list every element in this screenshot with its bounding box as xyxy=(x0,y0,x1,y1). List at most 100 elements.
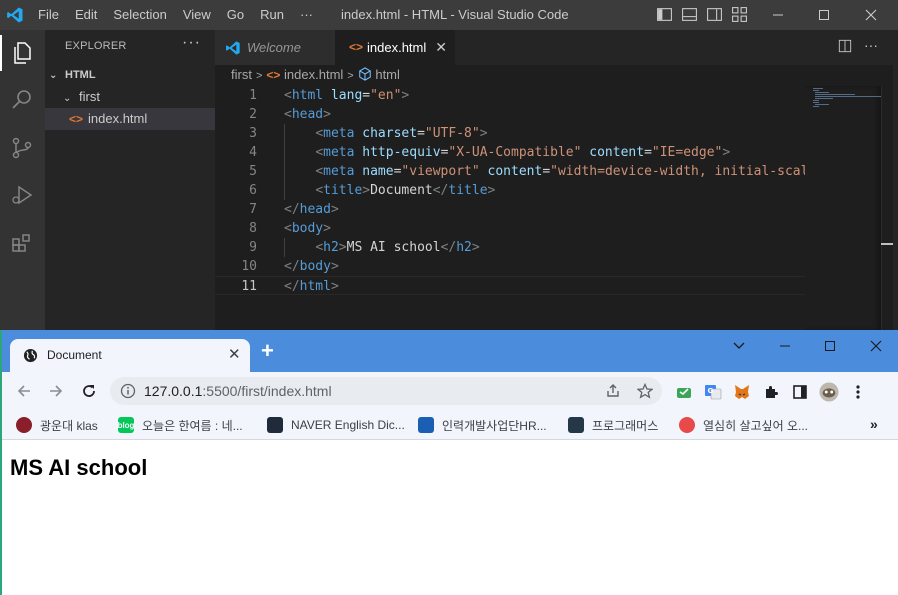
code-token: name xyxy=(362,164,394,179)
activity-explorer[interactable] xyxy=(0,35,37,71)
bookmark-item[interactable]: 프로그래머스 xyxy=(568,415,658,435)
code-line[interactable]: 2 <head> xyxy=(215,105,805,124)
code-line[interactable]: 7 </head> xyxy=(215,200,805,219)
minimap-line xyxy=(815,104,829,105)
bookmark-label: 광운대 klas xyxy=(40,418,98,433)
split-editor-icon[interactable] xyxy=(838,39,852,53)
reload-button[interactable] xyxy=(78,380,100,402)
minimap-line xyxy=(813,90,819,91)
bookmark-favicon-icon xyxy=(418,417,434,433)
tree-root-html[interactable]: ⌄ HTML xyxy=(45,64,215,86)
address-bar[interactable]: 127.0.0.1:5500/first/index.html xyxy=(110,377,662,405)
bookmark-star-icon[interactable] xyxy=(637,383,653,399)
extensions-puzzle-icon[interactable] xyxy=(761,382,781,402)
bookmark-item[interactable]: blog 오늘은 한여름 : 네... xyxy=(118,415,243,435)
explorer-more-actions[interactable]: ··· xyxy=(182,34,201,52)
tab-welcome[interactable]: Welcome xyxy=(215,30,335,65)
bookmark-item[interactable]: 인력개발사업단HR... xyxy=(418,415,547,435)
toggle-sidebar-icon[interactable] xyxy=(656,6,673,23)
code-token: = xyxy=(417,126,425,141)
minimize-button[interactable] xyxy=(755,0,801,30)
code-text: </body> xyxy=(284,257,339,276)
minimap[interactable] xyxy=(805,86,881,330)
arrow-left-icon xyxy=(17,385,30,397)
customize-layout-icon[interactable] xyxy=(731,6,748,23)
menu-selection[interactable]: Selection xyxy=(105,0,174,30)
line-number: 7 xyxy=(249,202,257,217)
maximize-button[interactable] xyxy=(801,0,847,30)
code-line[interactable]: 6 <title>Document</title> xyxy=(215,181,805,200)
code-token: > xyxy=(401,88,410,103)
activity-extensions[interactable] xyxy=(7,228,37,258)
close-icon xyxy=(870,340,882,352)
activity-source-control[interactable] xyxy=(7,133,37,163)
bookmarks-overflow-button[interactable]: » xyxy=(870,416,878,432)
menu-file[interactable]: File xyxy=(30,0,67,30)
new-tab-button[interactable]: + xyxy=(261,340,274,362)
chrome-maximize-button[interactable] xyxy=(815,336,845,356)
tab-search-button[interactable] xyxy=(724,336,754,356)
code-line[interactable]: 9 <h2>MS AI school</h2> xyxy=(215,238,805,257)
code-token: meta xyxy=(323,164,355,179)
toggle-secondary-sidebar-icon[interactable] xyxy=(706,6,723,23)
code-line[interactable]: 1 <html lang="en"> xyxy=(215,86,805,105)
breadcrumb-folder[interactable]: first xyxy=(231,67,252,82)
code-text: <title>Document</title> xyxy=(284,181,495,200)
editor-scrollbar[interactable] xyxy=(881,86,893,330)
chrome-titlebar: Document ✕ + xyxy=(2,330,898,372)
tab-close-icon[interactable]: ✕ xyxy=(228,345,241,363)
extension-metamask-fox-icon[interactable] xyxy=(732,382,752,402)
browser-tab-document[interactable]: Document ✕ xyxy=(10,339,250,372)
back-button[interactable] xyxy=(13,380,35,402)
activity-run-debug[interactable] xyxy=(7,180,37,210)
activity-search[interactable] xyxy=(7,85,37,115)
code-line[interactable]: 3 <meta charset="UTF-8"> xyxy=(215,124,805,143)
minimap-line xyxy=(813,88,823,89)
menu-view[interactable]: View xyxy=(175,0,219,30)
breadcrumb-symbol[interactable]: html xyxy=(375,67,400,82)
tab-close-icon[interactable]: ✕ xyxy=(435,30,447,65)
tree-file-index-html[interactable]: <> index.html xyxy=(45,108,215,130)
code-line[interactable]: 11 </html> xyxy=(215,276,805,295)
forward-button[interactable] xyxy=(45,380,67,402)
bookmark-item[interactable]: NAVER English Dic... xyxy=(267,415,405,435)
bookmark-item[interactable]: 광운대 klas xyxy=(16,415,98,435)
info-icon[interactable] xyxy=(120,383,136,399)
profile-avatar[interactable] xyxy=(819,382,839,402)
side-panel-icon[interactable] xyxy=(790,382,810,402)
bookmark-item[interactable]: 열심히 살고싶어 오... xyxy=(679,415,808,435)
menu-go[interactable]: Go xyxy=(219,0,252,30)
code-token: meta xyxy=(323,126,355,141)
code-token: "UTF-8" xyxy=(424,126,480,141)
close-window-button[interactable] xyxy=(848,0,894,30)
code-editor[interactable]: 1 <html lang="en"> 2 <head> 3 <meta charset=… xyxy=(215,86,805,330)
minimap-line xyxy=(815,92,829,93)
chrome-minimize-button[interactable] xyxy=(770,336,800,356)
tree-folder-first[interactable]: ⌄ first xyxy=(45,86,215,108)
code-line[interactable]: 8 <body> xyxy=(215,219,805,238)
menu-more[interactable]: ··· xyxy=(292,0,321,30)
code-token: </ xyxy=(284,202,300,217)
share-icon[interactable] xyxy=(605,383,621,399)
code-line[interactable]: 5 <meta name="viewport" content="width=d… xyxy=(215,162,805,181)
code-line[interactable]: 4 <meta http-equiv = "X-UA-Compatible" con… xyxy=(215,143,805,162)
code-token: lang xyxy=(330,88,363,103)
code-line[interactable]: 10 </body> xyxy=(215,257,805,276)
extension-inbox-icon[interactable] xyxy=(674,382,694,402)
chrome-close-button[interactable] xyxy=(861,336,891,356)
menu-edit[interactable]: Edit xyxy=(67,0,105,30)
editor-more-actions[interactable]: ··· xyxy=(864,38,878,53)
toggle-panel-icon[interactable] xyxy=(681,6,698,23)
chrome-menu-icon[interactable] xyxy=(848,382,868,402)
tab-index-html[interactable]: <> index.html ✕ xyxy=(335,30,455,65)
vscode-window: File Edit Selection View Go Run ··· inde… xyxy=(0,0,898,330)
editor-actions: ··· xyxy=(838,38,878,53)
code-token: < xyxy=(315,240,324,255)
chevron-right-icon: > xyxy=(255,70,263,82)
extension-translate-icon[interactable]: G xyxy=(703,382,723,402)
code-token: "X-UA-Compatible" xyxy=(448,145,582,160)
breadcrumb-file[interactable]: index.html xyxy=(284,67,343,82)
code-token: > xyxy=(338,240,347,255)
menu-run[interactable]: Run xyxy=(252,0,292,30)
